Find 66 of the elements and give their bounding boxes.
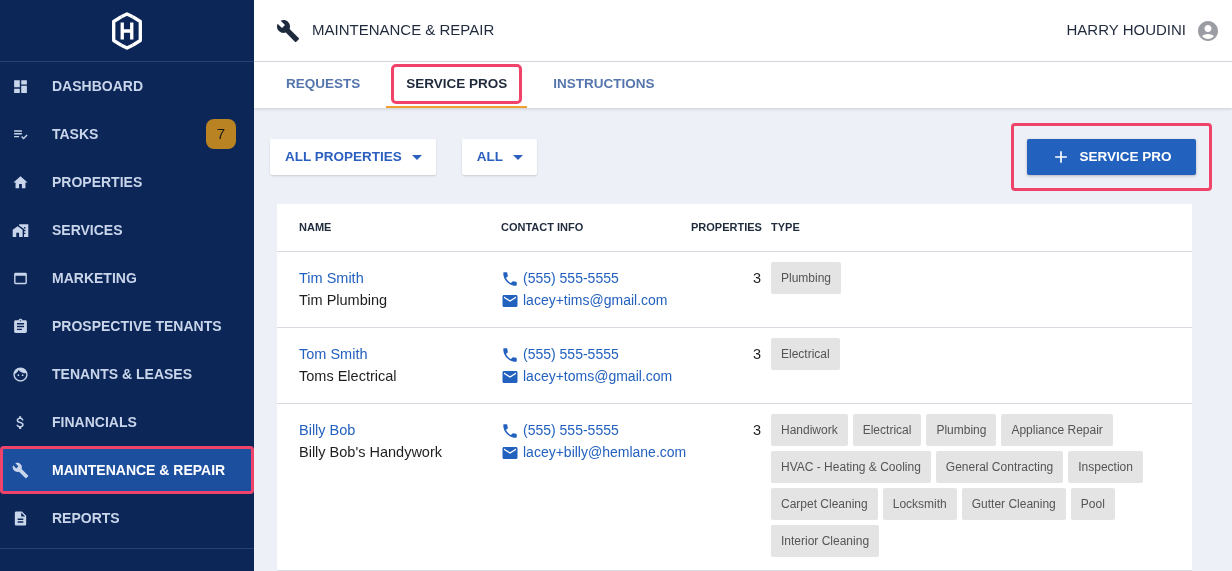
type-tag: Plumbing [926, 414, 997, 446]
properties-count: 3 [751, 269, 762, 288]
phone-icon [501, 345, 519, 364]
phone-link[interactable]: (555) 555-5555 [501, 345, 691, 364]
sidebar-item[interactable]: DASHBOARD [0, 62, 254, 110]
phone-link[interactable]: (555) 555-5555 [501, 269, 691, 288]
filter-dropdown[interactable]: ALL PROPERTIES [270, 139, 436, 175]
page-title: MAINTENANCE & REPAIR [312, 20, 496, 41]
user-name: HARRY HOUDINI [1066, 20, 1186, 41]
contact-name-link[interactable]: Tim Smith [299, 269, 501, 288]
type-tag: Electrical [852, 414, 922, 446]
type-tag: Carpet Cleaning [771, 488, 878, 520]
type-tag: Gutter Cleaning [961, 488, 1066, 520]
company-name: Billy Bob's Handywork [299, 443, 443, 462]
type-tag: Pool [1070, 488, 1115, 520]
type-tag: Appliance Repair [1001, 414, 1113, 446]
company-name: Toms Electrical [299, 367, 398, 386]
add-service-pro-button[interactable]: SERVICE PRO [1027, 139, 1196, 175]
email-link[interactable]: lacey+toms@gmail.com [501, 367, 691, 386]
sidebar-item[interactable]: TASKS 7 [0, 110, 254, 158]
buildings-icon [12, 221, 29, 239]
type-tag: Electrical [771, 338, 840, 370]
type-tag: Interior Cleaning [771, 525, 880, 557]
house-icon [12, 173, 29, 191]
type-tag: Locksmith [882, 488, 957, 520]
caret-icon [411, 154, 422, 160]
clipboard-icon [12, 317, 29, 335]
company-name: Tim Plumbing [299, 291, 389, 310]
filter-dropdown[interactable]: ALL [461, 139, 538, 175]
sidebar-item[interactable]: FINANCIALS [0, 398, 254, 446]
sidebar-item[interactable]: SERVICES [0, 206, 254, 254]
dashboard-icon [12, 77, 29, 95]
phone-link[interactable]: (555) 555-5555 [501, 421, 691, 440]
type-tag: General Contracting [935, 451, 1064, 483]
sidebar-item[interactable]: REPORTS [0, 494, 254, 542]
column-header: PROPERTIES [691, 220, 763, 236]
document-icon [12, 509, 29, 527]
sidebar-item[interactable]: TENANTS & LEASES [0, 350, 254, 398]
type-tag: Plumbing [771, 262, 842, 294]
account-icon[interactable] [1196, 18, 1220, 43]
properties-count: 3 [751, 421, 762, 440]
phone-icon [501, 421, 519, 440]
tab[interactable]: INSTRUCTIONS [533, 62, 675, 108]
column-header: NAME [299, 220, 333, 236]
properties-count: 3 [751, 345, 762, 364]
sidebar-item[interactable]: PROPERTIES [0, 158, 254, 206]
sidebar-item[interactable]: MARKETING [0, 254, 254, 302]
type-tag: Handiwork [771, 414, 848, 446]
sidebar-item[interactable]: PROSPECTIVE TENANTS [0, 302, 254, 350]
column-header: TYPE [771, 220, 801, 236]
tab[interactable]: REQUESTS [266, 62, 381, 108]
column-header: CONTACT INFO [501, 220, 585, 236]
contact-name-link[interactable]: Billy Bob [299, 421, 501, 440]
caret-icon [513, 154, 524, 160]
count-badge: 7 [205, 118, 236, 150]
wrench-icon [12, 461, 29, 479]
wrench-icon [276, 18, 300, 43]
email-link[interactable]: lacey+tims@gmail.com [501, 291, 691, 310]
face-icon [12, 365, 29, 383]
type-tag: Inspection [1068, 451, 1143, 483]
sidebar-item[interactable]: MAINTENANCE & REPAIR [0, 446, 254, 494]
phone-icon [501, 269, 519, 288]
email-link[interactable]: lacey+billy@hemlane.com [501, 443, 691, 462]
type-tag: HVAC - Heating & Cooling [771, 451, 931, 483]
tab[interactable]: SERVICE PROS [386, 62, 528, 108]
contact-name-link[interactable]: Tom Smith [299, 345, 501, 364]
